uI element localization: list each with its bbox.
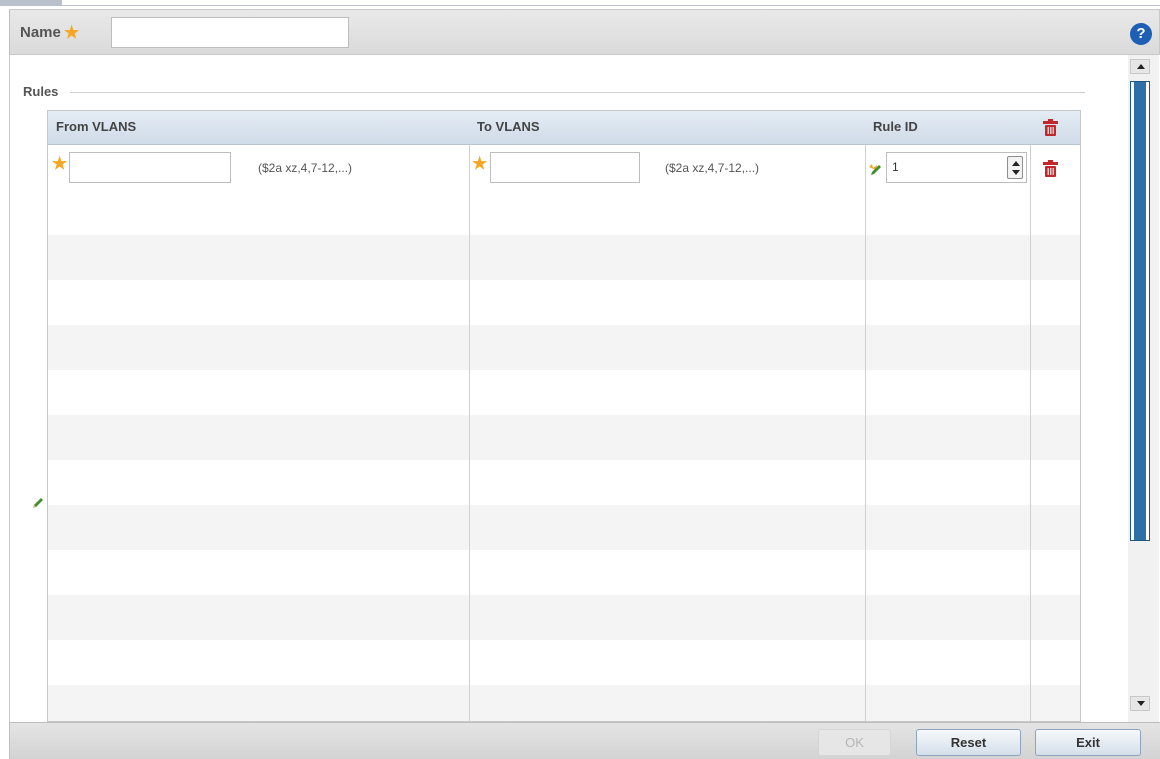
row-stripe: [48, 595, 1080, 640]
rule-id-value: 1: [892, 160, 899, 174]
delete-all-icon[interactable]: [1043, 119, 1058, 136]
column-header-from-vlans[interactable]: From VLANS: [48, 111, 469, 145]
top-strip: [0, 0, 1160, 6]
from-vlans-hint: ($2a xz,4,7-12,...): [258, 161, 353, 175]
required-star-icon: ★: [64, 23, 80, 42]
from-vlans-input[interactable]: [69, 152, 231, 183]
edit-pencil-icon: [869, 164, 881, 175]
column-divider: [865, 111, 866, 721]
panel-border: [9, 55, 10, 722]
reset-button[interactable]: Reset: [916, 729, 1021, 756]
rule-id-stepper[interactable]: 1: [886, 152, 1027, 183]
name-bar: Name ★ ?: [9, 9, 1160, 55]
rules-legend: Rules: [23, 84, 59, 99]
to-vlans-hint: ($2a xz,4,7-12,...): [665, 161, 760, 175]
top-divider: [0, 5, 1160, 6]
rules-divider: [70, 92, 1085, 93]
required-star-icon: ★: [472, 154, 488, 173]
vertical-scrollbar[interactable]: [1128, 55, 1159, 722]
scroll-thumb[interactable]: [1130, 81, 1150, 541]
edit-pencil-icon[interactable]: [31, 496, 45, 510]
help-icon[interactable]: ?: [1130, 23, 1152, 45]
stepper-buttons[interactable]: [1007, 156, 1023, 179]
row-stripe: [48, 235, 1080, 280]
row-stripe: [48, 685, 1080, 721]
row-stripe: [48, 325, 1080, 370]
name-label: Name: [20, 24, 61, 41]
delete-icon[interactable]: [1043, 160, 1058, 177]
to-vlans-input[interactable]: [490, 152, 640, 183]
scroll-down-button[interactable]: [1130, 696, 1150, 711]
column-divider: [469, 111, 470, 721]
row-stripe: [48, 415, 1080, 460]
exit-button[interactable]: Exit: [1035, 729, 1141, 756]
column-header-to-vlans[interactable]: To VLANS: [469, 111, 865, 145]
scroll-up-button[interactable]: [1130, 59, 1150, 74]
column-header-rule-id[interactable]: Rule ID: [865, 111, 1030, 145]
row-stripe: [48, 505, 1080, 550]
rules-table: From VLANS To VLANS Rule ID ★ ($2a xz,4,…: [47, 110, 1081, 722]
spinner-up-icon[interactable]: [1012, 161, 1020, 166]
column-divider: [1030, 111, 1031, 721]
ok-button[interactable]: OK: [818, 729, 891, 756]
spinner-down-icon[interactable]: [1012, 170, 1020, 175]
name-input[interactable]: [111, 17, 349, 48]
footer-bar: OK Reset Exit: [9, 722, 1160, 759]
table-header: From VLANS To VLANS Rule ID: [48, 111, 1080, 145]
required-star-icon: ★: [52, 154, 68, 173]
